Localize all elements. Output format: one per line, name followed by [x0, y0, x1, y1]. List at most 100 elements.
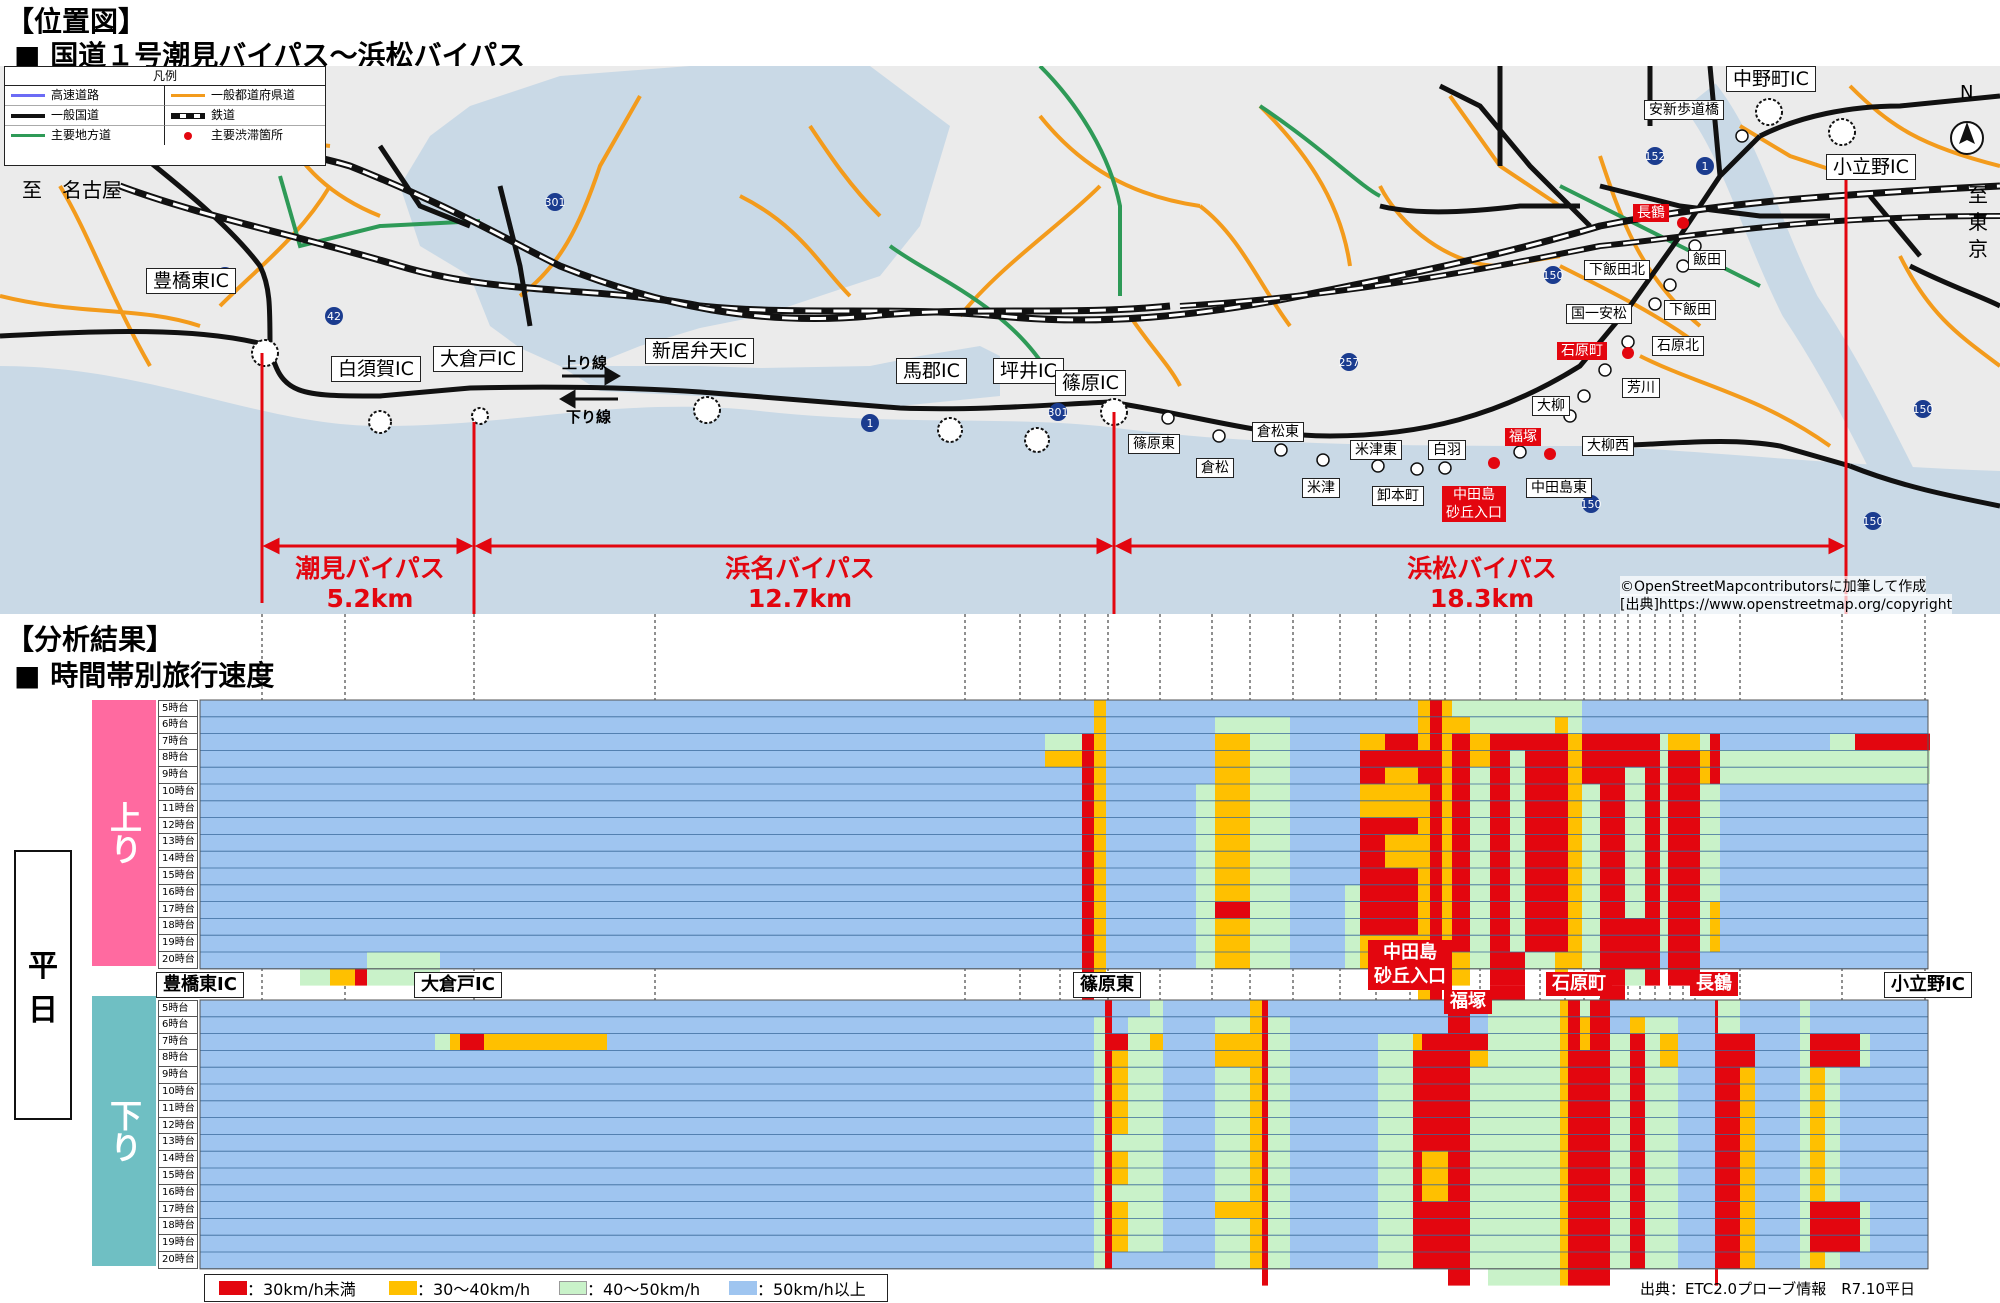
heatmap-up-cell	[1418, 733, 1430, 751]
heatmap-down-cell	[1590, 1033, 1610, 1051]
heatmap-down-cell	[1590, 1168, 1610, 1185]
heatmap-down-cell	[484, 1033, 607, 1051]
heatmap-up-cell	[1470, 700, 1490, 717]
heatmap-up-cell	[1442, 918, 1452, 936]
heatmap-down-cell	[1128, 1218, 1150, 1236]
heatmap-down-cell	[1413, 1252, 1422, 1269]
heatmap-down-cell	[1645, 1151, 1660, 1168]
heatmap-down-cell	[1645, 1067, 1660, 1084]
heatmap-up-cell	[1700, 750, 1710, 768]
heatmap-up-cell	[1510, 901, 1525, 919]
heatmap-down-cell	[1094, 1235, 1105, 1252]
heatmap-down-cell	[1645, 1235, 1660, 1252]
heatmap-down-cell	[1590, 1084, 1610, 1101]
heatmap-up-cell	[1452, 868, 1470, 885]
hour-label: 9時台	[158, 767, 198, 784]
heatmap-down-cell	[1515, 1184, 1560, 1202]
heatmap-up-cell	[1442, 700, 1452, 717]
heatmap-down-cell	[1630, 1184, 1645, 1202]
heatmap-down-cell	[1448, 1067, 1470, 1084]
heatmap-down-cell	[1590, 1117, 1610, 1135]
heatmap-up-cell	[1668, 901, 1700, 919]
heatmap-up-cell	[1510, 817, 1525, 835]
heatmap-up-cell	[1452, 968, 1470, 986]
heatmap-down-cell	[1448, 1100, 1470, 1118]
heatmap-down-cell	[1860, 1033, 1870, 1051]
heatmap-up-cell	[1582, 868, 1600, 885]
heatmap-up-cell	[1510, 851, 1525, 868]
heatmap-down-cell	[1488, 1168, 1515, 1185]
heatmap-up-cell	[1525, 817, 1555, 835]
heatmap-down-cell	[1568, 1235, 1580, 1252]
heatmap-down-cell	[1422, 1235, 1448, 1252]
heatmap-up-cell	[1082, 901, 1094, 919]
heatmap-down-cell	[1740, 1134, 1755, 1152]
heatmap-up-cell	[1625, 868, 1645, 885]
heatmap-up-cell	[1470, 733, 1490, 751]
heatmap-down-cell	[1112, 1050, 1128, 1068]
heatmap-up-cell	[1430, 767, 1442, 784]
heatmap-down-cell	[1262, 1218, 1268, 1236]
heatmap-up-cell	[1470, 800, 1490, 818]
heatmap-down-cell	[1128, 1084, 1150, 1101]
heatmap-up-cell	[1600, 750, 1625, 768]
heatmap-up-cell	[1510, 700, 1525, 717]
heatmap-down-cell	[1810, 1201, 1825, 1219]
heatmap-up-cell	[1525, 700, 1555, 717]
heatmap-down-cell	[1740, 1050, 1755, 1068]
heatmap-down-cell	[1840, 1201, 1860, 1219]
heatmap-down-cell	[1630, 1084, 1645, 1101]
heatmap-down-cell	[1250, 1235, 1262, 1252]
heatmap-up-cell	[1452, 935, 1470, 952]
heatmap-down-cell	[1660, 1218, 1678, 1236]
hour-label: 20時台	[158, 952, 198, 969]
heatmap-down-cell	[1262, 1084, 1268, 1101]
heatmap-down-cell	[1150, 1050, 1163, 1068]
heatmap-up-cell	[1082, 935, 1094, 952]
heatmap-up-cell	[1625, 901, 1645, 919]
heatmap-down-cell	[1718, 1201, 1740, 1219]
hour-label: 5時台	[158, 700, 198, 717]
heatmap-up-cell	[1215, 834, 1250, 852]
heatmap-down-cell	[1112, 1134, 1128, 1152]
heatmap-up-cell	[1452, 800, 1470, 818]
heatmap-down-cell	[1800, 1235, 1810, 1252]
heatmap-up-cell	[1082, 952, 1094, 969]
heatmap-down-cell	[1262, 1235, 1268, 1252]
heatmap-up-cell	[330, 968, 355, 986]
heatmap-down-cell	[1610, 1084, 1630, 1101]
heatmap-up-cell	[1470, 817, 1490, 835]
heatmap-down-cell	[1488, 1218, 1515, 1236]
heatmap-down-cell	[1645, 1084, 1660, 1101]
heatmap-up-cell	[1555, 868, 1568, 885]
hour-label: 7時台	[158, 1033, 198, 1051]
heatmap-up-cell	[1660, 800, 1668, 818]
heatmap-down-cell	[1470, 1117, 1488, 1135]
heatmap-up-cell	[1625, 784, 1645, 801]
heatmap-down-cell	[1268, 1168, 1290, 1185]
heatmap-up-cell	[1555, 784, 1568, 801]
heatmap-up-cell	[1582, 750, 1600, 768]
heatmap-down-cell	[1568, 1252, 1580, 1269]
heatmap-down-cell	[1800, 1201, 1810, 1219]
heatmap-up-cell	[1250, 733, 1262, 751]
heatmap-up-cell	[1360, 733, 1385, 751]
heatmap-up-cell	[1094, 868, 1106, 885]
heatmap-up-cell	[1262, 817, 1290, 835]
heatmap-up-cell	[1568, 952, 1582, 969]
heatmap-down-cell	[1645, 1016, 1660, 1034]
heatmap-down-cell	[1810, 1134, 1825, 1152]
heatmap-up-cell	[1510, 935, 1525, 952]
heatmap-down-cell	[1645, 1252, 1660, 1269]
heatmap-down-cell	[1825, 1033, 1840, 1051]
heatmap-down-cell	[1215, 1134, 1250, 1152]
heatmap-up-cell	[1470, 952, 1490, 969]
heatmap-down-cell	[1448, 1151, 1470, 1168]
heatmap-up-cell	[1710, 750, 1720, 768]
heatmap-up-cell	[1250, 952, 1262, 969]
heatmap-down-cell	[1422, 1050, 1448, 1068]
heatmap-up-cell	[1418, 716, 1430, 734]
heatmap-up-cell	[1262, 935, 1290, 952]
heatmap-down-cell	[1262, 1100, 1268, 1118]
hour-label: 16時台	[158, 1184, 198, 1202]
